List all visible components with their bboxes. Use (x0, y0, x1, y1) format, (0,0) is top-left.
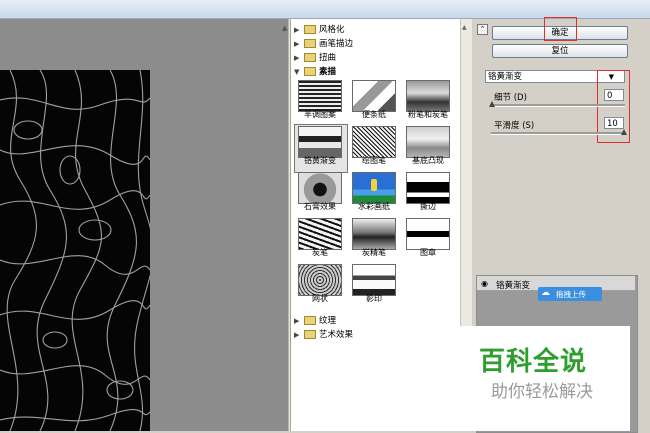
chevron-right-icon: ▶ (294, 317, 300, 325)
folder-icon (304, 53, 316, 62)
collapse-arrow-icon[interactable]: ▲ (282, 24, 287, 32)
filter-label: 绘图笔 (362, 156, 386, 165)
scroll-up-icon[interactable]: ▲ (462, 24, 467, 31)
smoothness-input[interactable]: 10 (604, 117, 624, 129)
chevron-down-icon: ▼ (294, 68, 300, 76)
filter-label: 网状 (312, 294, 328, 303)
detail-label: 细节 (D) (494, 93, 527, 103)
thumb-plaster[interactable] (298, 172, 342, 204)
folder-icon (304, 330, 316, 339)
smoothness-label: 平滑度 (S) (494, 121, 535, 131)
filter-label: 便条纸 (362, 110, 386, 119)
detail-input[interactable]: 0 (604, 89, 624, 101)
thumb-reticulation[interactable] (298, 264, 342, 296)
thumb-torn-edges[interactable] (406, 172, 450, 204)
filter-label: 炭精笔 (362, 248, 386, 257)
filter-label: 铬黄渐变 (304, 156, 336, 165)
filter-label: 半调图案 (304, 110, 336, 119)
upload-label: 拖拽上传 (556, 290, 586, 299)
chevron-right-icon: ▶ (294, 54, 300, 62)
thumb-chalk-charcoal[interactable] (406, 80, 450, 112)
eye-icon[interactable]: ◉ (481, 279, 488, 288)
filter-label: 炭笔 (312, 248, 328, 257)
cloud-upload-icon: ☁ (541, 288, 550, 298)
category-brush-strokes[interactable]: ▶ 画笔描边 (294, 38, 353, 50)
thumb-halftone[interactable] (298, 80, 342, 112)
thumb-charcoal[interactable] (298, 218, 342, 250)
filter-label: 撕边 (420, 202, 436, 211)
category-stylize[interactable]: ▶ 风格化 (294, 24, 345, 36)
watermark-title: 百科全说 (479, 347, 588, 377)
category-distort[interactable]: ▶ 扭曲 (294, 52, 336, 64)
preview-image (0, 70, 150, 431)
folder-open-icon (304, 67, 316, 76)
collapse-gallery-icon[interactable]: ⌃ (477, 24, 488, 35)
thumb-stamp[interactable] (406, 218, 450, 250)
smoothness-slider-handle[interactable] (621, 129, 627, 135)
thumb-bas-relief[interactable] (406, 126, 450, 158)
filter-label: 图章 (420, 248, 436, 257)
smoothness-slider[interactable] (491, 132, 625, 135)
detail-slider-handle[interactable] (489, 101, 495, 107)
filter-label: 石膏效果 (304, 202, 336, 211)
filter-label: 影印 (366, 294, 382, 303)
folder-icon (304, 39, 316, 48)
folder-icon (304, 316, 316, 325)
filter-label: 基底凸现 (412, 156, 444, 165)
category-sketch[interactable]: ▼ 素描 (294, 66, 336, 78)
highlight-ok (544, 17, 577, 41)
reset-button[interactable]: 复位 (492, 44, 628, 58)
chevron-right-icon: ▶ (294, 26, 300, 34)
filter-label: 水彩画纸 (358, 202, 390, 211)
thumb-graphic-pen[interactable] (352, 126, 396, 158)
category-texture[interactable]: ▶ 纹理 (294, 315, 336, 327)
watermark-subtitle: 助你轻松解决 (491, 382, 593, 402)
thumb-note-paper[interactable] (352, 80, 396, 112)
thumb-water-paper[interactable] (352, 172, 396, 204)
thumb-photocopy[interactable] (352, 264, 396, 296)
detail-slider[interactable] (491, 104, 625, 107)
category-artistic[interactable]: ▶ 艺术效果 (294, 329, 353, 341)
thumb-conte-crayon[interactable] (352, 218, 396, 250)
filter-label: 粉笔和炭笔 (408, 110, 448, 119)
chevron-right-icon: ▶ (294, 331, 300, 339)
upload-badge[interactable]: ☁ 拖拽上传 (538, 287, 602, 301)
chevron-right-icon: ▶ (294, 40, 300, 48)
effect-layer-name: 铬黄渐变 (496, 281, 531, 291)
thumb-chrome[interactable] (298, 126, 342, 158)
folder-icon (304, 25, 316, 34)
